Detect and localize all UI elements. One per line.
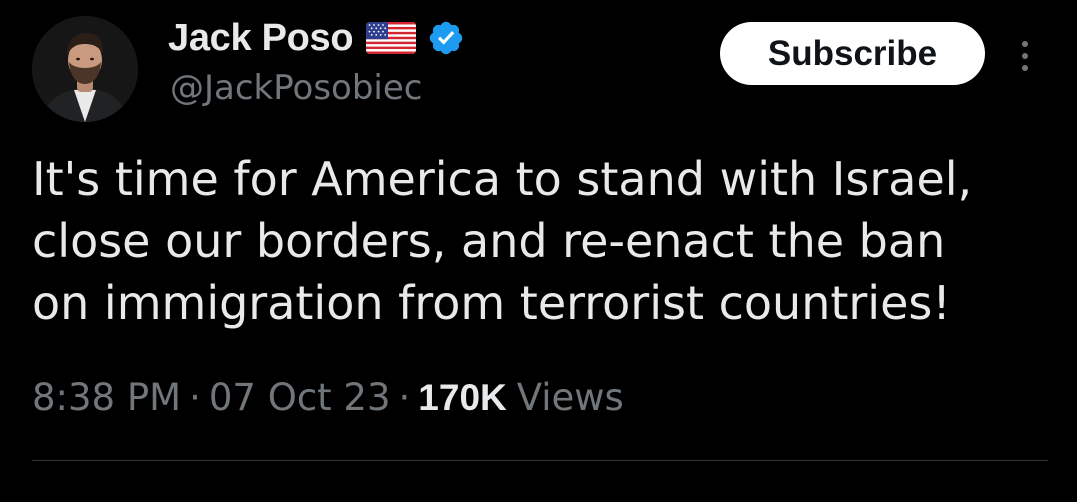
verified-badge-icon[interactable] [427, 19, 465, 57]
author-display-name[interactable]: Jack Poso [168, 17, 354, 60]
tweet-meta: 8:38 PM · 07 Oct 23 · 170K Views [32, 376, 624, 419]
more-options-button[interactable] [1010, 36, 1040, 76]
tweet-text-line: close our borders, and re-enact the ban [32, 214, 946, 268]
author-handle[interactable]: @JackPosobiec [170, 68, 423, 108]
more-vertical-icon [1022, 41, 1028, 71]
tweet-text-line: on immigration from terrorist countries! [32, 276, 951, 330]
tweet-time[interactable]: 8:38 PM [32, 376, 181, 419]
meta-separator: · [398, 376, 411, 419]
meta-separator: · [189, 376, 201, 419]
views-label: Views [516, 376, 624, 419]
divider [32, 460, 1048, 461]
us-flag-icon [365, 20, 417, 56]
author-name-row: Jack Poso [168, 14, 465, 62]
tweet-card: Jack Poso @JackPosobiec Subscribe It's t… [0, 0, 1077, 502]
avatar-photo-icon [32, 16, 138, 122]
views-count: 170K [418, 377, 507, 418]
tweet-date[interactable]: 07 Oct 23 [209, 376, 391, 419]
tweet-text-line: It's time for America to stand with Isra… [32, 152, 973, 206]
tweet-text: It's time for America to stand with Isra… [32, 148, 1052, 334]
avatar[interactable] [32, 16, 138, 122]
subscribe-button[interactable]: Subscribe [720, 22, 985, 85]
